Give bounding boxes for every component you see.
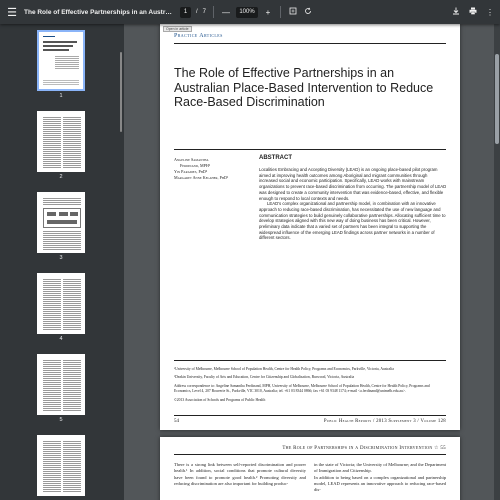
thumbnail-sidebar: 1 2 3 4 5 (0, 24, 124, 500)
journal-footer: Public Health Reports / 2013 Supplement … (323, 419, 446, 424)
scrollbar-thumb[interactable] (495, 54, 499, 144)
body-column-left: There is a strong link between self-repo… (174, 462, 306, 486)
body-column-right: in the state of Victoria; the University… (314, 462, 446, 493)
abstract-paragraph: Localities Embracing and Accepting Diver… (259, 167, 447, 201)
footnote: ¹University of Melbourne, Melbourne Scho… (174, 367, 394, 371)
thumbnail-page-1[interactable]: 1 (37, 30, 85, 99)
running-head: The Role of Partnerships in a Discrimina… (282, 446, 446, 451)
thumbnail-page-3[interactable]: 3 (37, 192, 85, 261)
author-list: Angeline Samantha Ferdinand, MPH¹ Yin Pa… (174, 157, 259, 181)
page-zoom-controls: 1 / 7 — 100% + (180, 0, 313, 24)
thumbnail-image (37, 354, 85, 415)
zoom-out-button[interactable]: — (221, 8, 231, 17)
zoom-in-button[interactable]: + (263, 8, 273, 17)
thumbnail-page-5[interactable]: 5 (37, 354, 85, 423)
pdf-page-1: Open in article Practice Articles The Ro… (160, 24, 460, 430)
author-line: Margaret Anne Kelaher, PhD¹ (174, 175, 229, 180)
thumbnail-image (37, 30, 85, 91)
header-rule (174, 43, 446, 44)
pdf-toolbar: ☰ The Role of Effective Partnerships in … (0, 0, 500, 24)
thumbnail-image (37, 435, 85, 496)
toolbar-actions: ⋮ (452, 0, 494, 24)
thumbnail-page-4[interactable]: 4 (37, 273, 85, 342)
download-icon[interactable] (452, 7, 460, 17)
thumbnail-page-2[interactable]: 2 (37, 111, 85, 180)
footnotes: ¹University of Melbourne, Melbourne Scho… (174, 367, 446, 406)
zoom-level-input[interactable]: 100% (236, 6, 259, 18)
divider (280, 6, 282, 18)
footer-rule (174, 415, 446, 416)
total-pages: 7 (202, 9, 207, 15)
divider (213, 6, 215, 18)
page-separator: / (196, 9, 198, 15)
thumbnail-page-number: 2 (59, 174, 63, 180)
more-options-icon[interactable]: ⋮ (486, 8, 494, 17)
thumbnail-page-number: 4 (59, 336, 63, 342)
sidebar-scrollbar[interactable] (120, 52, 122, 132)
page-number: 54 (174, 419, 179, 424)
document-title: The Role of Effective Partnerships in an… (24, 8, 174, 16)
article-title: The Role of Effective Partnerships in an… (174, 66, 434, 109)
current-page-input[interactable]: 1 (180, 6, 191, 18)
abstract-text: Localities Embracing and Accepting Diver… (259, 167, 447, 241)
title-rule (174, 149, 446, 150)
print-icon[interactable] (469, 7, 477, 17)
thumbnail-page-6[interactable] (37, 435, 85, 496)
rotate-icon[interactable] (303, 7, 313, 17)
pdf-page-2: The Role of Partnerships in a Discrimina… (160, 437, 460, 500)
footnote: ²Deakin University, Faculty of Arts and … (174, 375, 355, 380)
thumbnail-image (37, 273, 85, 334)
footnote: Address correspondence to: Angeline Sama… (174, 383, 430, 394)
thumbnail-page-number: 5 (59, 417, 63, 423)
abstract-paragraph: LEAD's complex organizational and partne… (259, 201, 446, 241)
abstract-heading: ABSTRACT (259, 155, 292, 161)
thumbnail-page-number: 1 (59, 93, 63, 99)
footnote: ©2013 Association of Schools and Program… (174, 397, 266, 402)
thumbnail-image (37, 192, 85, 253)
thumbnail-page-number: 3 (59, 255, 63, 261)
section-label: Practice Articles (174, 33, 223, 39)
thumbnail-image (37, 111, 85, 172)
annotation-tag[interactable]: Open in article (163, 26, 192, 32)
fit-page-icon[interactable] (288, 7, 298, 17)
menu-icon[interactable]: ☰ (0, 0, 24, 24)
header-rule (174, 454, 446, 455)
footnote-rule (174, 360, 446, 361)
main-scrollbar[interactable] (494, 24, 500, 500)
